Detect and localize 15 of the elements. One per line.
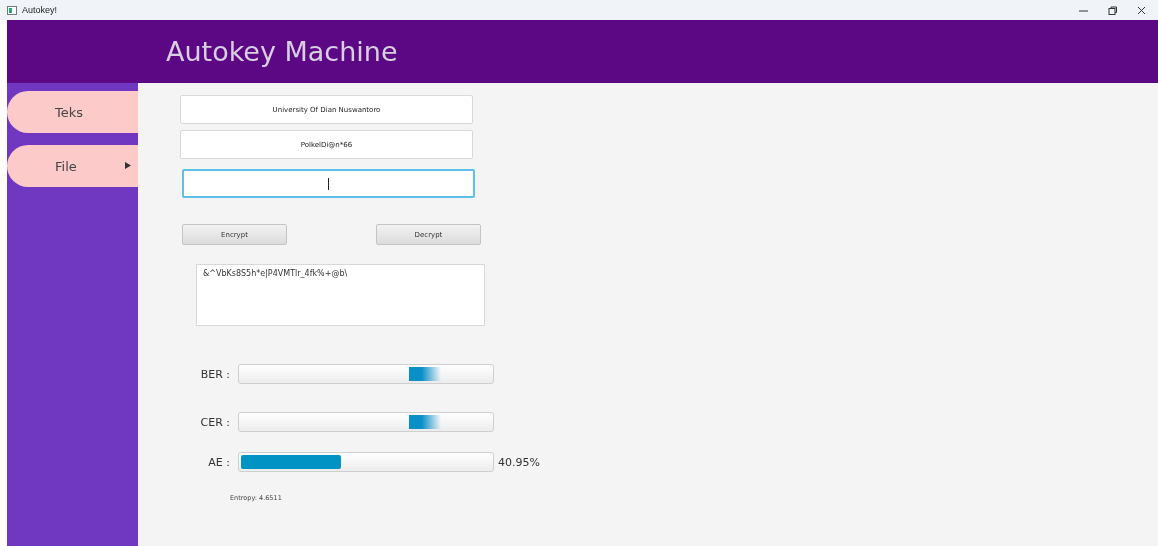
meter-label: CER : (199, 415, 231, 429)
submenu-arrow-icon (125, 162, 131, 169)
sidebar-item[interactable]: Teks (7, 91, 138, 133)
percent-reading: 40.95% (498, 455, 540, 469)
text-field[interactable] (182, 169, 475, 198)
window-title: Autokey! (22, 5, 58, 15)
app-icon (7, 5, 17, 15)
sidebar-item[interactable]: File (7, 145, 138, 187)
restore-icon[interactable] (1108, 5, 1117, 15)
close-icon[interactable] (1137, 5, 1146, 15)
app-title: Autokey Machine (166, 36, 398, 67)
text-cursor (328, 177, 329, 190)
meter-label: AE : (207, 455, 231, 469)
output-text-area[interactable]: &^VbKs8S5h*e|P4VMTlr_4fk%+@b\ (196, 264, 485, 326)
meter-label: BER : (199, 367, 231, 381)
